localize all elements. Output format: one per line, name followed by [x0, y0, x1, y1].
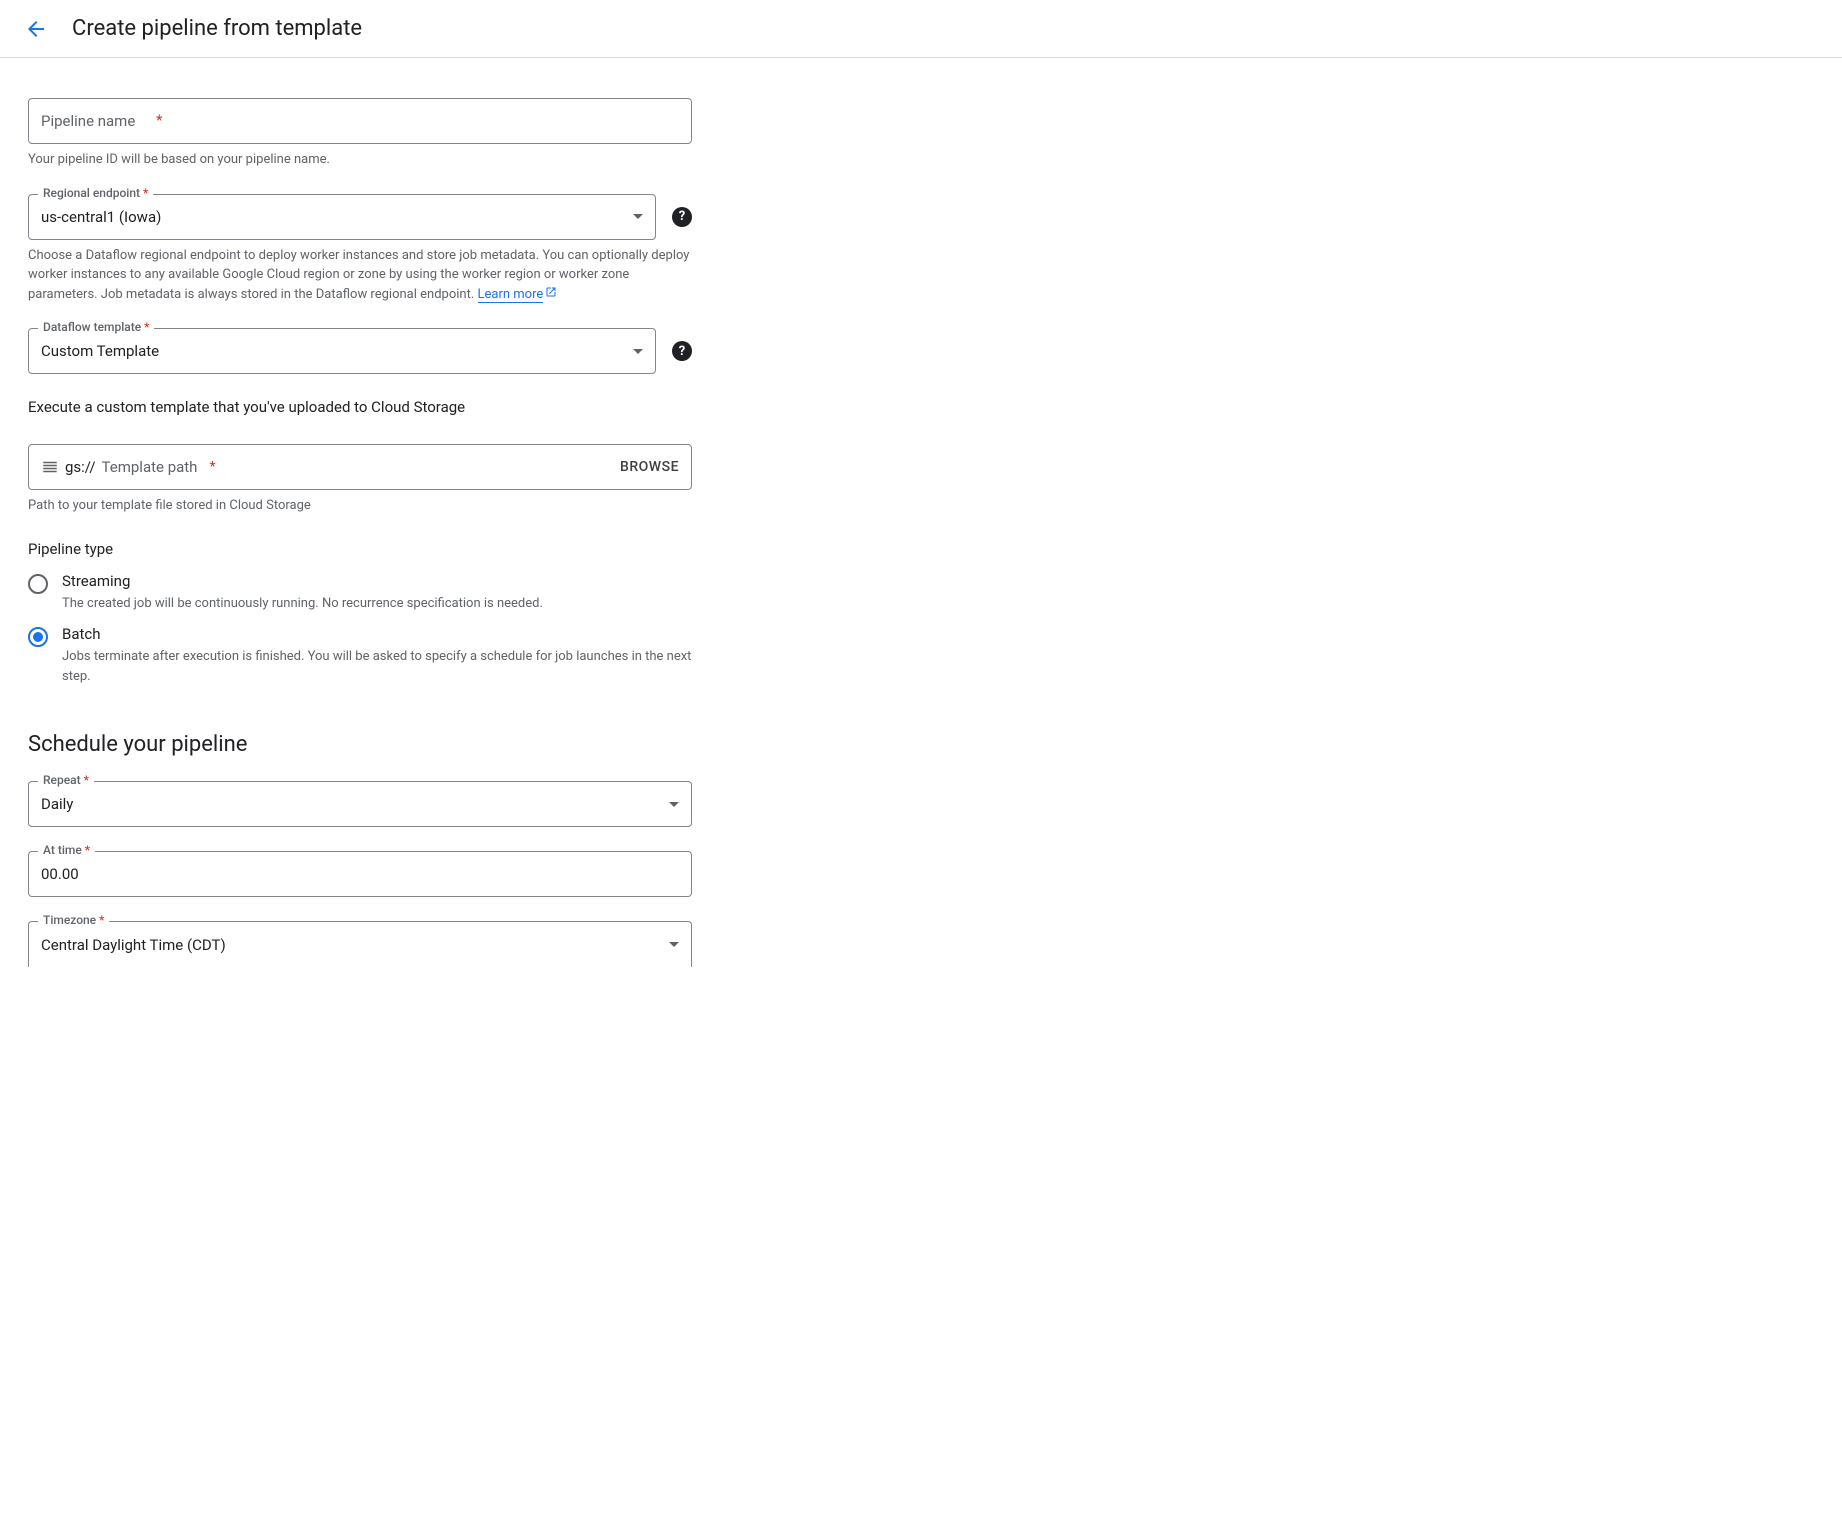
regional-endpoint-label: Regional endpoint *: [38, 186, 153, 200]
repeat-field: Repeat * Daily: [28, 781, 692, 827]
help-icon[interactable]: ?: [672, 341, 692, 361]
required-asterisk: *: [156, 111, 162, 129]
external-link-icon: [545, 285, 557, 305]
pipeline-name-input[interactable]: [28, 98, 692, 144]
regional-endpoint-value: us-central1 (Iowa): [41, 208, 161, 226]
page-title: Create pipeline from template: [72, 16, 362, 41]
browse-button[interactable]: BROWSE: [620, 459, 679, 475]
radio-streaming-button[interactable]: [28, 574, 48, 594]
at-time-value: 00.00: [41, 865, 79, 883]
radio-batch-button[interactable]: [28, 627, 48, 647]
back-arrow-icon[interactable]: [24, 17, 48, 41]
at-time-label: At time *: [38, 843, 95, 857]
help-icon[interactable]: ?: [672, 207, 692, 227]
template-description: Execute a custom template that you've up…: [28, 398, 692, 416]
dataflow-template-select[interactable]: Custom Template: [28, 328, 656, 374]
timezone-select[interactable]: Central Daylight Time (CDT): [28, 921, 692, 967]
radio-streaming-desc: The created job will be continuously run…: [62, 594, 692, 614]
chevron-down-icon: [669, 942, 679, 947]
pipeline-name-field: * Your pipeline ID will be based on your…: [28, 98, 692, 170]
pipeline-name-helper: Your pipeline ID will be based on your p…: [28, 150, 692, 170]
timezone-value: Central Daylight Time (CDT): [41, 936, 226, 954]
template-path-input[interactable]: [102, 458, 614, 476]
schedule-heading: Schedule your pipeline: [28, 732, 692, 757]
timezone-field: Timezone * Central Daylight Time (CDT): [28, 921, 692, 967]
regional-endpoint-helper: Choose a Dataflow regional endpoint to d…: [28, 246, 692, 305]
radio-batch-desc: Jobs terminate after execution is finish…: [62, 647, 692, 686]
form-content: * Your pipeline ID will be based on your…: [0, 58, 720, 1007]
template-path-row: gs:// * BROWSE: [28, 444, 692, 490]
regional-endpoint-select[interactable]: us-central1 (Iowa): [28, 194, 656, 240]
template-path-field: gs:// * BROWSE Path to your template fil…: [28, 444, 692, 516]
radio-streaming-label[interactable]: Streaming: [62, 572, 692, 590]
at-time-input[interactable]: 00.00: [28, 851, 692, 897]
pipeline-type-group: Streaming The created job will be contin…: [28, 566, 692, 693]
dataflow-template-field: Dataflow template * Custom Template ?: [28, 328, 692, 374]
repeat-value: Daily: [41, 795, 73, 813]
repeat-select[interactable]: Daily: [28, 781, 692, 827]
radio-streaming: Streaming The created job will be contin…: [28, 566, 692, 620]
timezone-label: Timezone *: [38, 913, 109, 927]
pipeline-type-label: Pipeline type: [28, 540, 692, 558]
file-icon: [41, 458, 59, 476]
radio-batch-label[interactable]: Batch: [62, 625, 692, 643]
gs-prefix: gs://: [65, 458, 96, 476]
chevron-down-icon: [633, 349, 643, 354]
radio-batch: Batch Jobs terminate after execution is …: [28, 619, 692, 692]
chevron-down-icon: [669, 802, 679, 807]
page-header: Create pipeline from template: [0, 0, 1842, 58]
template-path-helper: Path to your template file stored in Clo…: [28, 496, 692, 516]
repeat-label: Repeat *: [38, 773, 94, 787]
at-time-field: At time * 00.00: [28, 851, 692, 897]
regional-endpoint-field: Regional endpoint * us-central1 (Iowa) ?…: [28, 194, 692, 305]
chevron-down-icon: [633, 214, 643, 219]
dataflow-template-value: Custom Template: [41, 342, 159, 360]
required-asterisk: *: [210, 459, 216, 475]
dataflow-template-label: Dataflow template *: [38, 320, 154, 334]
learn-more-link[interactable]: Learn more: [478, 287, 544, 303]
